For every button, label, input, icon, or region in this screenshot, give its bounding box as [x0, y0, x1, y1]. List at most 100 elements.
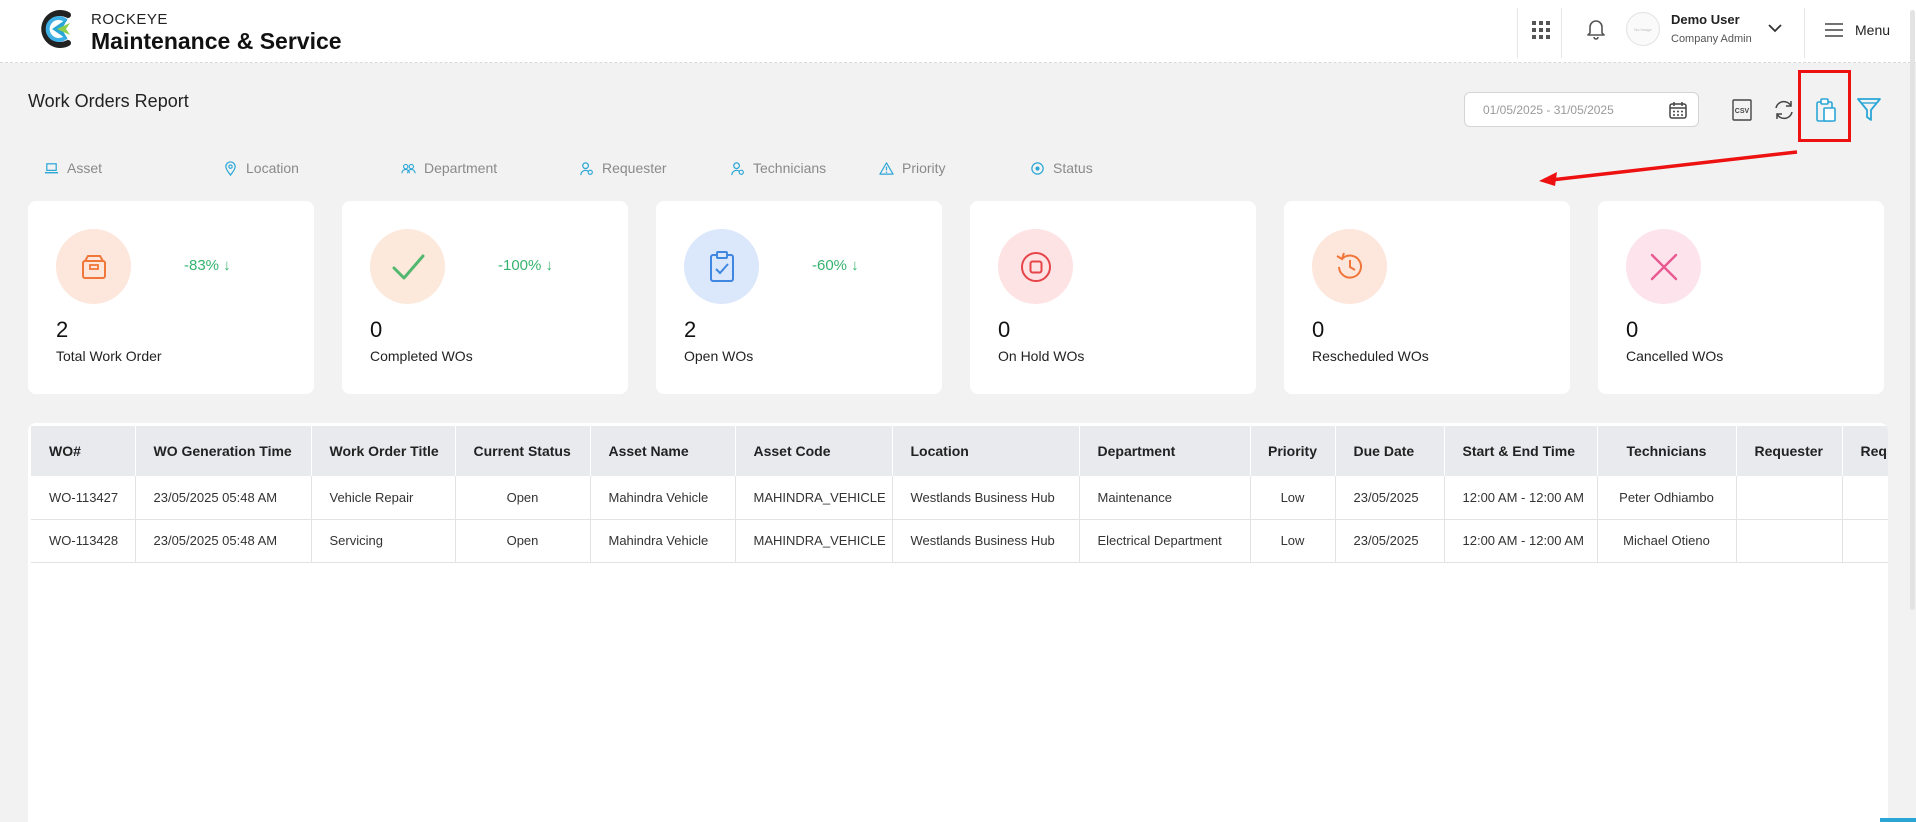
card-change: -60% ↓ — [812, 257, 859, 274]
table-header-row: WO# WO Generation Time Work Order Title … — [31, 426, 1888, 476]
svg-text:CSV: CSV — [1735, 108, 1750, 115]
column-header[interactable]: Department — [1079, 426, 1251, 476]
filter-asset[interactable]: Asset — [44, 160, 102, 176]
table-row[interactable]: WO-113428 23/05/2025 05:48 AM Servicing … — [31, 519, 1888, 563]
filter-label: Requester — [602, 160, 667, 176]
table-cell — [1736, 519, 1843, 563]
chevron-down-icon[interactable] — [1767, 22, 1783, 34]
calendar-icon[interactable] — [1668, 100, 1688, 120]
card-rescheduled-wos[interactable]: 0 Rescheduled WOs — [1284, 201, 1570, 394]
filter-button[interactable] — [1852, 93, 1886, 127]
table-cell: Mahindra Vehicle — [590, 519, 736, 563]
stop-icon — [1020, 251, 1051, 282]
card-value: 2 — [684, 317, 697, 342]
table-cell: Westlands Business Hub — [892, 476, 1080, 520]
card-value: 0 — [1626, 317, 1639, 342]
card-value: 2 — [56, 317, 69, 342]
menu-button[interactable]: Menu — [1855, 22, 1890, 38]
table-cell: Open — [455, 519, 591, 563]
card-open-wos[interactable]: -60% ↓ 2 Open WOs — [656, 201, 942, 394]
filter-requester[interactable]: Requester — [579, 160, 667, 176]
annotation-highlight-box — [1798, 70, 1851, 142]
refresh-button[interactable] — [1767, 93, 1801, 127]
column-header[interactable]: Work Order Title — [311, 426, 456, 476]
csv-export-button[interactable]: CSV — [1725, 93, 1759, 127]
date-range-picker[interactable]: 01/05/2025 - 31/05/2025 — [1464, 92, 1699, 127]
table-cell: 12:00 AM - 12:00 AM — [1444, 519, 1598, 563]
card-total-work-order[interactable]: -83% ↓ 2 Total Work Order — [28, 201, 314, 394]
header-divider — [1561, 8, 1562, 58]
column-header[interactable]: Location — [892, 426, 1080, 476]
card-change: -83% ↓ — [184, 257, 231, 274]
card-value: 0 — [370, 317, 383, 342]
filter-label: Location — [246, 160, 299, 176]
header-divider — [1517, 8, 1518, 58]
check-icon — [392, 254, 424, 279]
app-title: Maintenance & Service — [91, 28, 342, 54]
map-pin-icon — [225, 160, 236, 176]
filter-location[interactable]: Location — [223, 160, 299, 176]
target-icon — [1031, 161, 1044, 175]
avatar[interactable]: No Image — [1626, 12, 1660, 46]
history-icon — [1335, 252, 1362, 279]
table-cell: Mahindra Vehicle — [590, 476, 736, 520]
user-icon — [731, 161, 744, 175]
table-cell: Maintenance — [1079, 476, 1251, 520]
table-cell: Peter Odhiambo — [1597, 476, 1737, 520]
column-header[interactable]: Asset Code — [735, 426, 893, 476]
filter-priority[interactable]: Priority — [879, 160, 946, 176]
page-scrollbar[interactable] — [1910, 10, 1915, 610]
card-icon-wrap — [370, 229, 445, 304]
card-label: Open WOs — [684, 348, 754, 364]
table-cell: Westlands Business Hub — [892, 519, 1080, 563]
table-cell: 23/05/2025 05:48 AM — [135, 476, 312, 520]
column-header[interactable]: WO# — [31, 426, 136, 476]
table-cell: 12:00 AM - 12:00 AM — [1444, 476, 1598, 520]
users-icon — [401, 163, 416, 173]
warning-icon — [879, 161, 894, 175]
table-cell: 23/05/2025 — [1335, 519, 1445, 563]
card-label: Rescheduled WOs — [1312, 348, 1429, 364]
bell-icon[interactable] — [1586, 18, 1606, 40]
clipboard-check-icon — [709, 250, 734, 282]
card-cancelled-wos[interactable]: 0 Cancelled WOs — [1598, 201, 1884, 394]
table-cell: Open — [455, 476, 591, 520]
apps-grid-icon[interactable] — [1532, 21, 1550, 39]
table-cell: Low — [1250, 519, 1336, 563]
filter-label: Status — [1053, 160, 1093, 176]
column-header[interactable]: Start & End Time — [1444, 426, 1598, 476]
filter-status[interactable]: Status — [1030, 160, 1093, 176]
filter-department[interactable]: Department — [401, 160, 497, 176]
column-header[interactable]: Due Date — [1335, 426, 1445, 476]
card-icon-wrap — [998, 229, 1073, 304]
table-cell: Michael Otieno — [1597, 519, 1737, 563]
header-divider — [1804, 8, 1805, 58]
column-header[interactable]: Req — [1842, 426, 1888, 476]
table-cell: 23/05/2025 05:48 AM — [135, 519, 312, 563]
column-header[interactable]: Current Status — [455, 426, 591, 476]
column-header[interactable]: Asset Name — [590, 426, 736, 476]
filter-technicians[interactable]: Technicians — [730, 160, 826, 176]
card-on-hold-wos[interactable]: 0 On Hold WOs — [970, 201, 1256, 394]
hamburger-menu-icon[interactable] — [1825, 23, 1843, 37]
column-header[interactable]: Priority — [1250, 426, 1336, 476]
column-header[interactable]: Technicians — [1597, 426, 1737, 476]
annotation-arrow — [1539, 150, 1798, 186]
table-cell: Electrical Department — [1079, 519, 1251, 563]
table-cell: Vehicle Repair — [311, 476, 456, 520]
work-orders-table: WO# WO Generation Time Work Order Title … — [31, 426, 1888, 563]
filter-label: Priority — [902, 160, 946, 176]
filter-label: Asset — [67, 160, 103, 176]
filter-label: Department — [424, 160, 498, 176]
filter-label: Technicians — [753, 160, 827, 176]
card-icon-wrap — [1626, 229, 1701, 304]
column-header[interactable]: Requester — [1736, 426, 1843, 476]
table-cell: WO-113427 — [31, 476, 136, 520]
card-completed-wos[interactable]: -100% ↓ 0 Completed WOs — [342, 201, 628, 394]
card-icon-wrap — [56, 229, 131, 304]
user-name[interactable]: Demo User — [1671, 12, 1740, 27]
table-row[interactable]: WO-113427 23/05/2025 05:48 AM Vehicle Re… — [31, 476, 1888, 520]
column-header[interactable]: WO Generation Time — [135, 426, 312, 476]
table-cell: WO-113428 — [31, 519, 136, 563]
table-cell: 23/05/2025 — [1335, 476, 1445, 520]
